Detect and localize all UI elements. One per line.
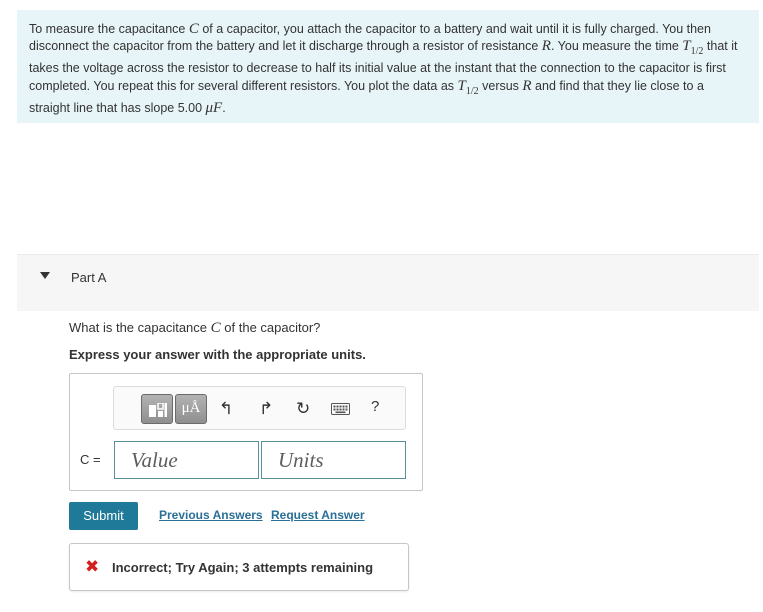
units-input[interactable]: Units: [261, 441, 406, 479]
help-button[interactable]: ?: [371, 398, 379, 415]
units-button[interactable]: μÅ: [175, 394, 207, 424]
resistance-symbol: R: [541, 38, 551, 55]
collapse-caret-icon[interactable]: [40, 272, 50, 279]
answer-instruction: Express your answer with the appropriate…: [69, 347, 366, 362]
farad-unit: F: [213, 99, 223, 116]
half-time-subscript: 1/2: [690, 46, 704, 58]
units-button-label: μÅ: [181, 400, 201, 416]
problem-text: .: [222, 100, 226, 115]
redo-icon[interactable]: ↱: [259, 399, 273, 419]
request-answer-link[interactable]: Request Answer: [271, 508, 365, 522]
half-time-letter: T: [682, 38, 691, 55]
question-text: What is the capacitance C of the capacit…: [69, 320, 320, 337]
problem-text: To measure the capacitance: [29, 22, 189, 36]
keyboard-icon[interactable]: [331, 403, 350, 415]
templates-icon: [149, 403, 167, 417]
capacitance-symbol: C: [188, 21, 199, 37]
feedback-text: Incorrect; Try Again; 3 attempts remaini…: [112, 560, 374, 575]
capacitance-symbol: C: [210, 320, 221, 336]
problem-text: versus: [478, 78, 523, 93]
half-time-symbol: T1/2: [682, 38, 704, 58]
reset-icon[interactable]: ↻: [296, 399, 310, 419]
problem-text: . You measure the time: [550, 39, 683, 54]
question-text-before: What is the capacitance: [69, 320, 211, 335]
templates-button[interactable]: [141, 394, 173, 424]
problem-statement: To measure the capacitance C of a capaci…: [17, 10, 759, 123]
half-time-symbol: T1/2: [457, 77, 479, 97]
submit-button[interactable]: Submit: [69, 502, 138, 530]
half-time-subscript: 1/2: [465, 85, 479, 97]
slope-unit: μF: [206, 100, 223, 116]
question-text-after: of the capacitor?: [220, 320, 321, 335]
resistance-symbol: R: [522, 77, 532, 94]
value-input[interactable]: Value: [114, 441, 259, 479]
previous-answers-link[interactable]: Previous Answers: [159, 508, 263, 522]
part-title[interactable]: Part A: [71, 270, 106, 285]
micro-prefix: μ: [205, 99, 214, 116]
variable-label: C =: [80, 452, 101, 467]
half-time-letter: T: [457, 77, 466, 94]
part-a-header[interactable]: [17, 254, 759, 311]
undo-icon[interactable]: ↰: [219, 399, 233, 419]
error-x-icon: ✖: [85, 557, 100, 577]
